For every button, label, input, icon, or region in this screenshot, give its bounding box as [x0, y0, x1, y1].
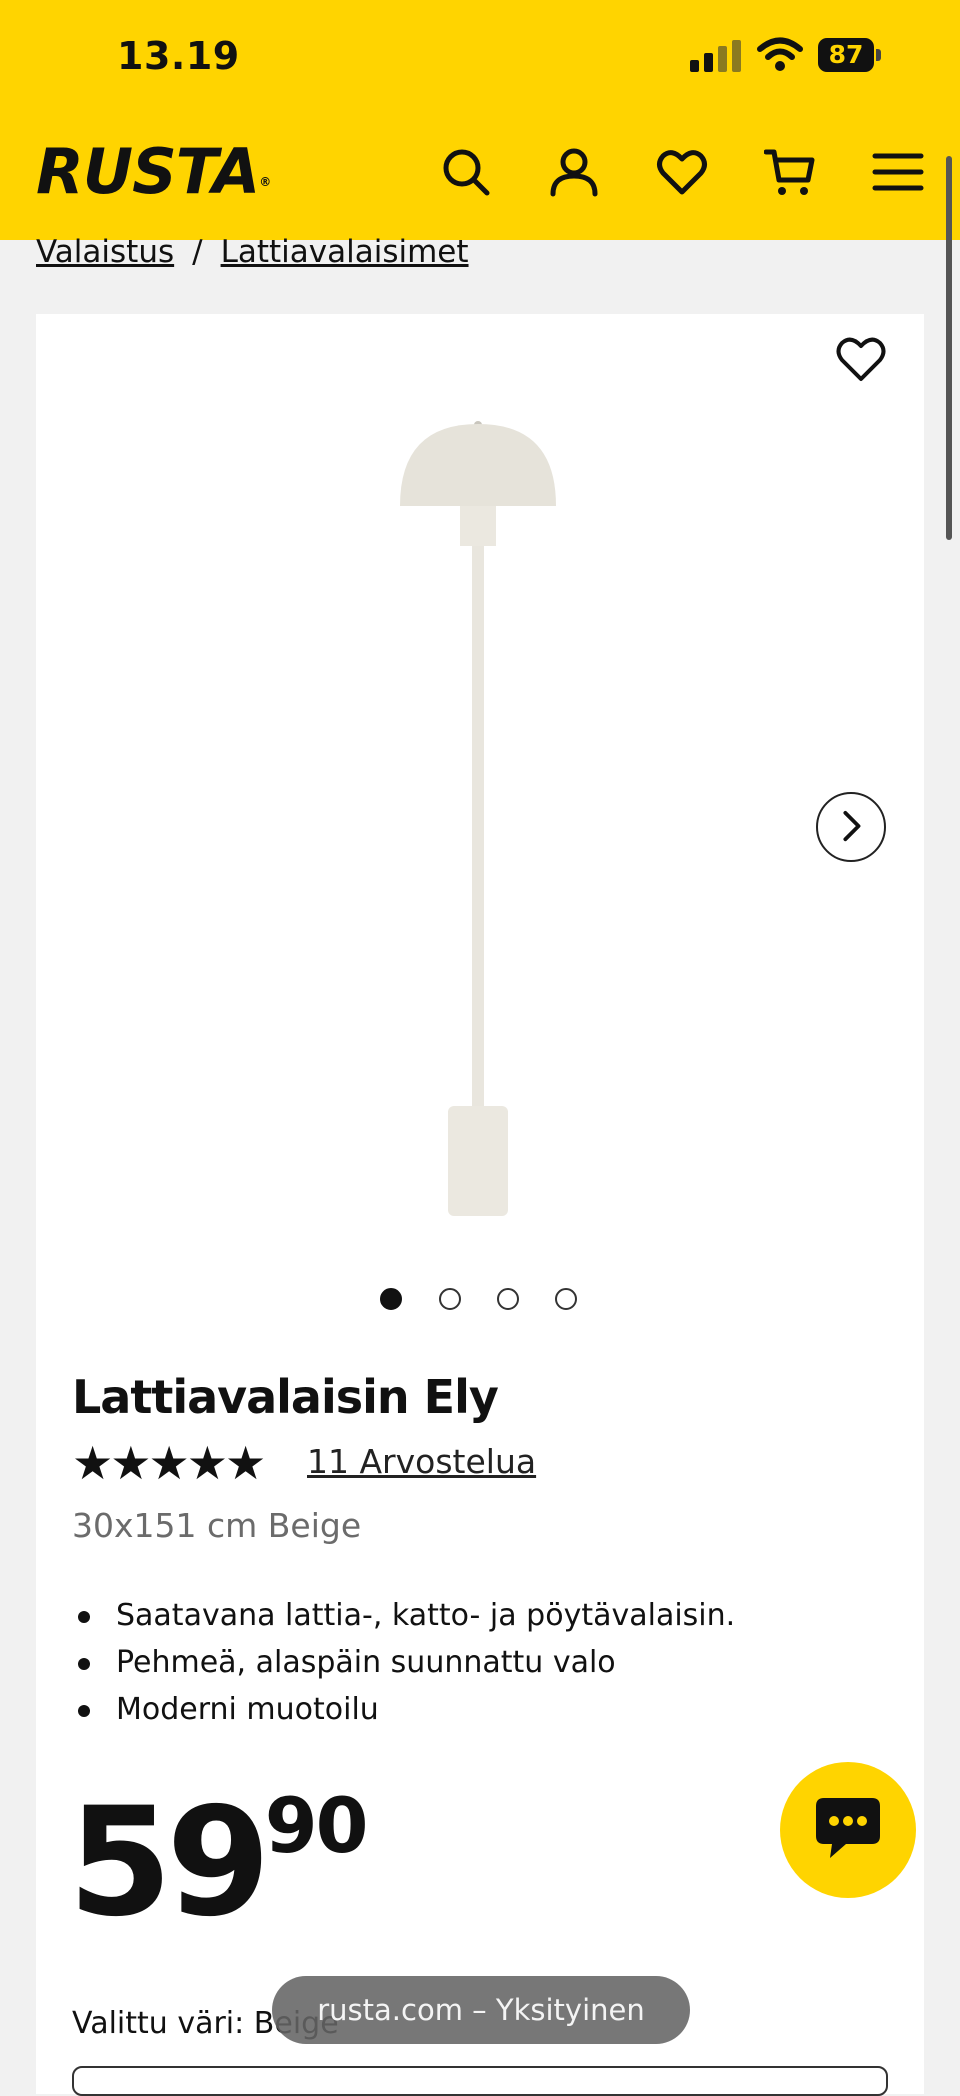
gallery-dot-4[interactable] — [555, 1288, 577, 1310]
search-icon[interactable] — [440, 146, 492, 198]
color-select[interactable] — [72, 2066, 888, 2096]
battery-level: 87 — [818, 38, 874, 72]
chevron-right-icon — [843, 810, 861, 842]
logo-mark: ® — [259, 175, 271, 189]
heart-icon[interactable] — [656, 146, 708, 198]
breadcrumb: Valaistus / Lattiavalaisimet — [36, 234, 469, 270]
product-title: Lattiavalaisin Ely — [72, 1370, 499, 1424]
next-image-button[interactable] — [816, 792, 886, 862]
selected-color-label: Valittu väri: — [72, 2006, 245, 2041]
price-integer: 59 — [68, 1776, 271, 1950]
product-variant: 30x151 cm Beige — [72, 1506, 362, 1545]
rating-stars: ★★★★★ — [72, 1436, 266, 1490]
logo-text: RUSTA — [36, 135, 260, 208]
gallery-dot-3[interactable] — [497, 1288, 519, 1310]
cart-icon[interactable] — [764, 146, 816, 198]
rusta-logo[interactable]: RUSTA® — [36, 135, 271, 208]
product-price: 5990 — [68, 1781, 369, 1938]
battery-tip — [876, 49, 881, 61]
gallery-dot-2[interactable] — [439, 1288, 461, 1310]
wifi-icon — [757, 37, 803, 71]
site-header: 13.19 87 RUSTA® — [0, 0, 960, 240]
account-icon[interactable] — [548, 146, 600, 198]
reviews-link[interactable]: 11 Arvostelua — [307, 1442, 536, 1481]
signal-icon — [690, 40, 741, 72]
chat-icon — [816, 1798, 880, 1858]
breadcrumb-item-valaistus[interactable]: Valaistus — [36, 234, 174, 270]
browser-url-pill[interactable]: rusta.com – Yksityinen — [272, 1976, 690, 2044]
page-scrollbar[interactable] — [946, 156, 952, 540]
gallery-dot-1[interactable] — [380, 1288, 402, 1310]
battery-indicator: 87 — [818, 38, 881, 72]
status-time: 13.19 — [117, 34, 240, 78]
price-decimal: 90 — [264, 1781, 369, 1870]
menu-icon[interactable] — [872, 146, 924, 198]
chat-button[interactable] — [780, 1762, 916, 1898]
feature-list: Saatavana lattia-, katto- ja pöytävalais… — [72, 1592, 735, 1733]
product-image[interactable] — [392, 418, 564, 1238]
feature-item: Saatavana lattia-, katto- ja pöytävalais… — [72, 1592, 735, 1639]
favorite-heart-icon[interactable] — [834, 332, 888, 386]
breadcrumb-separator: / — [192, 234, 203, 270]
feature-item: Moderni muotoilu — [72, 1686, 735, 1733]
feature-item: Pehmeä, alaspäin suunnattu valo — [72, 1639, 735, 1686]
breadcrumb-item-lattiavalaisimet[interactable]: Lattiavalaisimet — [221, 234, 469, 270]
